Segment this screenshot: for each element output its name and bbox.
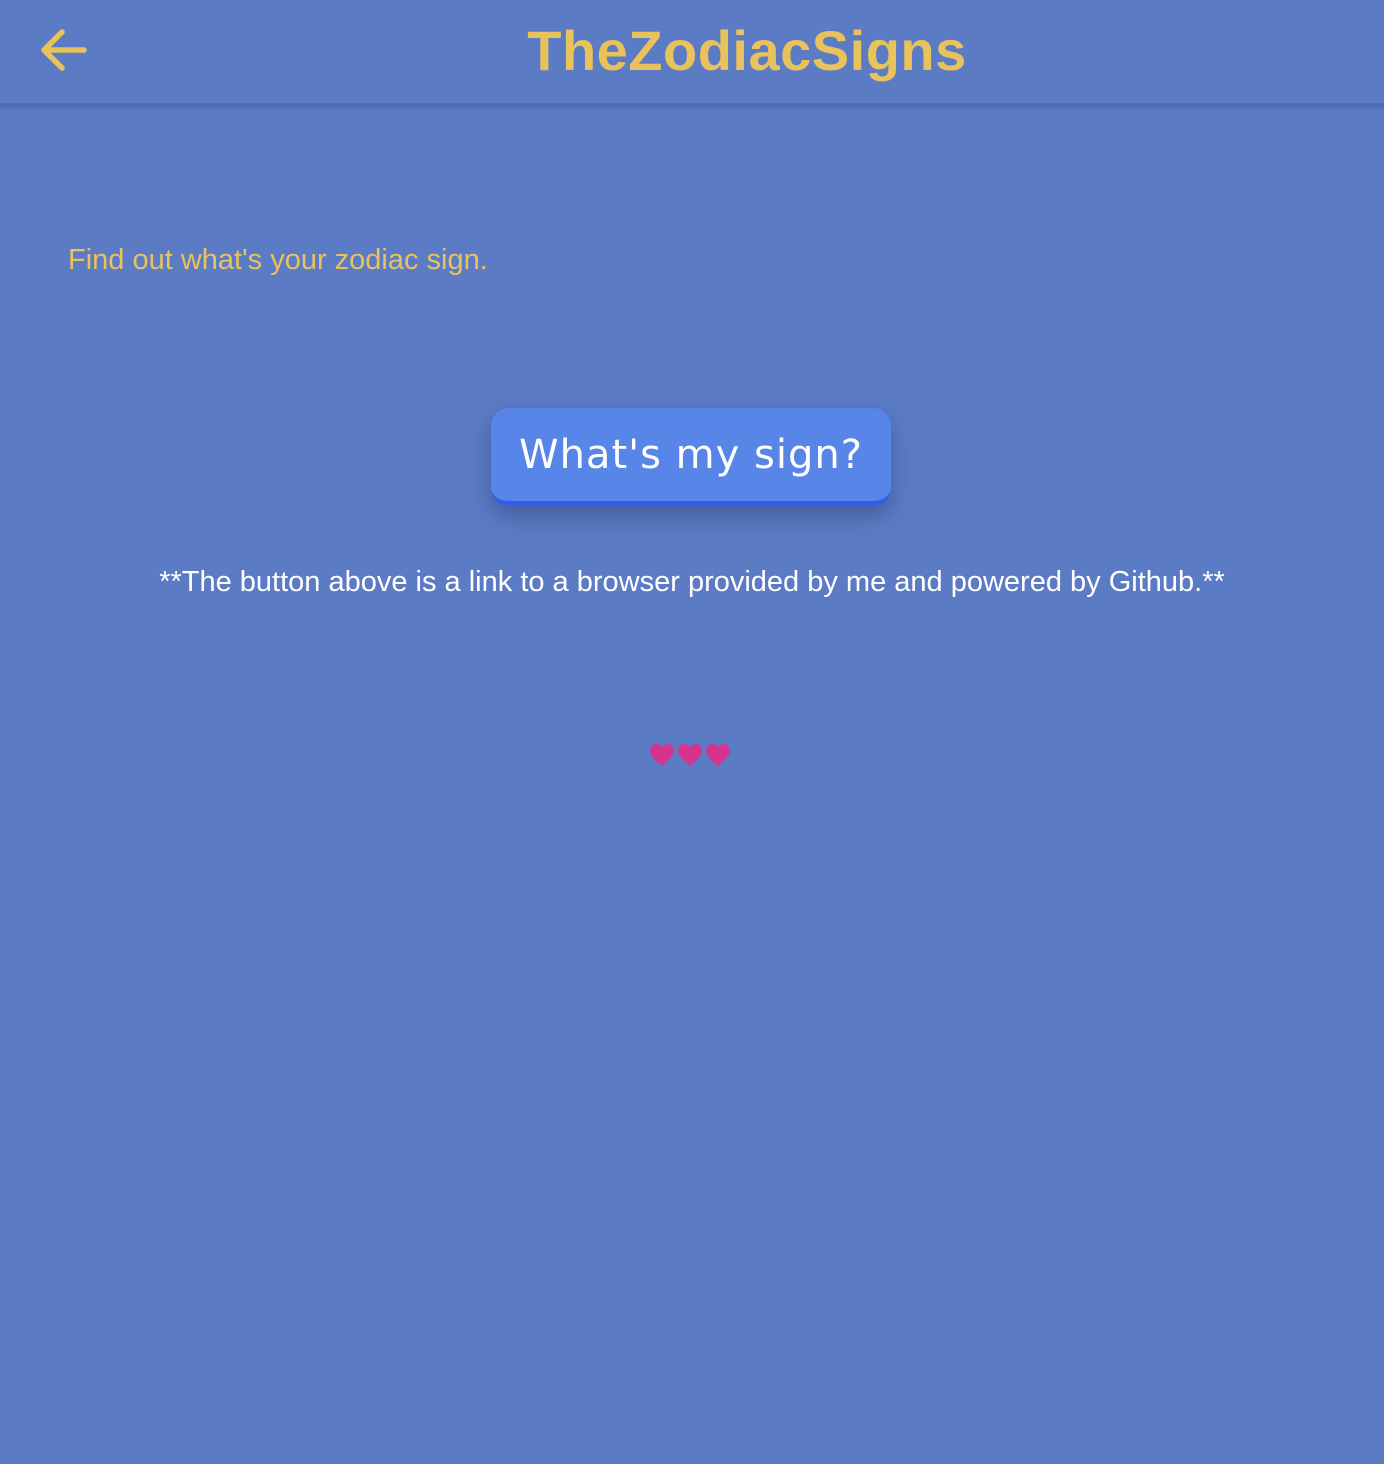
hearts-row	[650, 744, 730, 768]
heart-icon	[706, 744, 730, 766]
page-title: TheZodiacSigns	[527, 19, 967, 82]
note-text: **The button above is a link to a browse…	[159, 566, 1225, 598]
app-bar: TheZodiacSigns	[0, 0, 1384, 105]
whats-my-sign-button[interactable]: What's my sign?	[491, 408, 891, 506]
heart-icon	[678, 744, 702, 766]
intro-text: Find out what's your zodiac sign.	[68, 244, 488, 276]
sign-button-label: What's my sign?	[519, 431, 863, 478]
heart-icon	[650, 744, 674, 766]
